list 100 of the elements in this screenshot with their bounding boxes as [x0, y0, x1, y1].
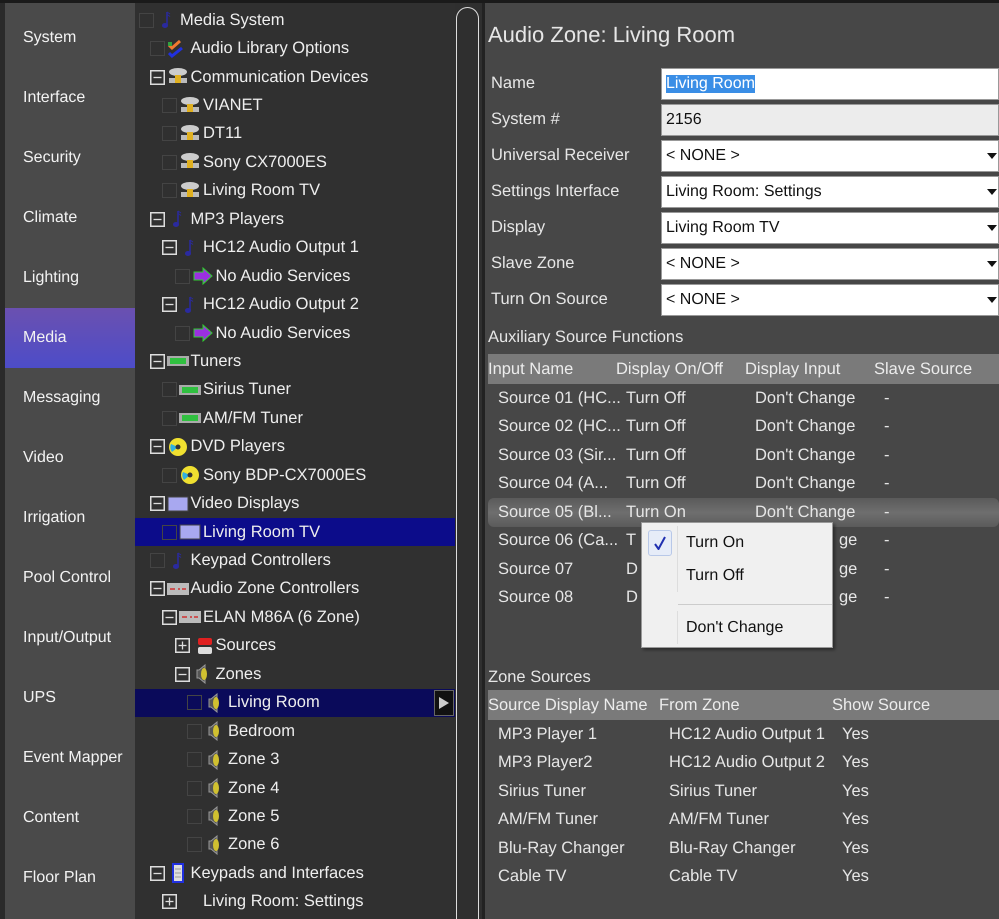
sidebar-item[interactable]: Floor Plan	[5, 848, 135, 908]
sidebar-item[interactable]: Interface	[5, 68, 135, 128]
table-cell: Source 01 (HC...	[498, 388, 621, 408]
dropdown[interactable]: Living Room TV	[661, 212, 999, 244]
sidebar-item[interactable]: Messaging	[5, 368, 135, 428]
tree-item[interactable]: Zone 5	[228, 806, 280, 826]
column-header[interactable]: Input Name	[488, 360, 616, 378]
tree-item[interactable]: Zone 3	[228, 750, 280, 770]
tree-item[interactable]: Sources	[216, 636, 276, 656]
column-header[interactable]: Display Input	[745, 360, 874, 378]
expander-toggle[interactable]	[174, 666, 190, 682]
tree-row-highlight[interactable]: Living Room TV	[135, 518, 455, 546]
tree-row-highlight[interactable]: Living Room	[135, 688, 455, 717]
expander-toggle[interactable]	[162, 297, 177, 312]
tree-item[interactable]: No Audio Services	[216, 324, 350, 343]
sidebar-item[interactable]: Video	[5, 428, 135, 488]
tree-item[interactable]: Sony CX7000ES	[203, 152, 327, 172]
table-cell: Don't Change	[755, 502, 856, 522]
expander-toggle[interactable]	[150, 354, 164, 369]
dropdown[interactable]: < NONE >	[661, 284, 999, 316]
tree-item[interactable]: Communication Devices	[190, 68, 368, 87]
tree-item[interactable]: Living Room: Settings	[203, 892, 364, 912]
tree-item[interactable]: AM/FM Tuner	[203, 408, 303, 428]
table-cell: Yes	[842, 838, 869, 858]
sidebar-item[interactable]: System	[5, 8, 135, 68]
sidebar-item[interactable]: Content	[5, 788, 135, 848]
section-heading: Auxiliary Source Functions	[488, 326, 684, 348]
sidebar-item[interactable]: Pool Control	[5, 548, 135, 608]
expander-toggle[interactable]	[162, 240, 177, 256]
tree-item[interactable]: Audio Zone Controllers	[190, 579, 360, 598]
tree-item[interactable]: Audio Library Options	[190, 39, 350, 58]
play-button[interactable]	[434, 690, 454, 716]
table-cell: Turn Off	[626, 417, 686, 436]
tree-item[interactable]: Living Room TV	[203, 181, 320, 200]
tree-item[interactable]: Sony BDP-CX7000ES	[203, 466, 366, 485]
tree-item[interactable]: Video Displays	[190, 494, 300, 514]
speaker-icon	[208, 778, 222, 798]
table-cell: Yes	[842, 810, 869, 830]
tree-item[interactable]: DT11	[203, 124, 242, 144]
table-cell: Blu-Ray Changer	[498, 838, 625, 858]
expander-toggle[interactable]	[150, 70, 164, 85]
dropdown[interactable]: < NONE >	[661, 140, 999, 172]
expander-toggle[interactable]	[150, 496, 164, 512]
tree-item[interactable]: VIANET	[203, 96, 263, 116]
tuner-icon	[179, 412, 201, 424]
tree-item[interactable]: Bedroom	[228, 722, 295, 741]
checkbox[interactable]	[162, 524, 177, 540]
column-header[interactable]: Show Source	[832, 696, 999, 714]
tree-item[interactable]: ELAN M86A (6 Zone)	[203, 608, 360, 627]
table-cell: Yes	[842, 867, 869, 886]
tree-item[interactable]: Keypad Controllers	[190, 551, 331, 570]
table-cell: Source 06 (Ca...	[498, 531, 618, 550]
dropdown[interactable]: Living Room: Settings	[661, 176, 999, 208]
tree-item[interactable]: Zones	[216, 664, 262, 684]
table-cell: Sirius Tuner	[498, 782, 586, 801]
sidebar-item[interactable]: Lighting	[5, 248, 135, 308]
sidebar-item[interactable]: Input/Output	[5, 608, 135, 668]
checkbox[interactable]	[187, 695, 202, 710]
expander-toggle[interactable]	[162, 610, 177, 625]
expander-toggle[interactable]	[162, 894, 177, 910]
sidebar-item[interactable]: Security	[5, 128, 135, 188]
column-header[interactable]: Source Display Name	[488, 696, 659, 714]
expander-toggle[interactable]	[150, 439, 164, 454]
tree-item[interactable]: No Audio Services	[216, 266, 350, 286]
tree-item[interactable]: MP3 Players	[190, 210, 284, 229]
menu-item[interactable]: Don't Change	[642, 611, 832, 644]
tree-item[interactable]: HC12 Audio Output 2	[203, 295, 359, 314]
tree-item[interactable]: Keypads and Interfaces	[190, 864, 364, 883]
tree-item[interactable]: Living Room	[228, 693, 320, 712]
dropdown[interactable]: < NONE >	[661, 248, 999, 280]
table-cell: D	[626, 588, 638, 608]
tree-item[interactable]: Tuners	[190, 352, 242, 371]
table-cell: Yes	[842, 724, 869, 744]
tree-item[interactable]: Zone 6	[228, 835, 280, 854]
menu-item[interactable]: Turn On	[642, 526, 832, 559]
tree-item[interactable]: DVD Players	[190, 437, 285, 456]
column-header[interactable]: Slave Source	[874, 360, 999, 378]
music-note-icon	[172, 552, 182, 570]
table-cell: -	[884, 388, 890, 408]
tree-item[interactable]: Media System	[180, 10, 285, 30]
sidebar-item[interactable]: Climate	[5, 188, 135, 248]
sidebar-item[interactable]: UPS	[5, 668, 135, 728]
tuner-icon	[166, 355, 188, 368]
tree-item[interactable]: HC12 Audio Output 1	[203, 238, 359, 258]
column-header[interactable]: Display On/Off	[616, 360, 745, 378]
expander-toggle[interactable]	[174, 638, 190, 654]
tree-item[interactable]: Living Room TV	[203, 522, 320, 542]
tree-item[interactable]: Sirius Tuner	[203, 380, 292, 400]
sidebar-item[interactable]: Media	[5, 308, 135, 368]
sidebar-item[interactable]: Event Mapper	[5, 728, 135, 788]
column-header[interactable]: From Zone	[659, 696, 832, 714]
selected-row[interactable]: Source 05 (Bl... Turn On Don't Change -	[488, 498, 999, 526]
sidebar-item[interactable]: Irrigation	[5, 488, 135, 548]
table-cell: Source 05 (Bl...	[498, 502, 612, 522]
menu-item[interactable]: Turn Off	[642, 559, 832, 592]
expander-toggle[interactable]	[150, 581, 164, 596]
expander-toggle[interactable]	[150, 212, 164, 227]
table-cell: ge	[839, 531, 858, 550]
expander-toggle[interactable]	[150, 866, 164, 881]
tree-item[interactable]: Zone 4	[228, 778, 280, 798]
